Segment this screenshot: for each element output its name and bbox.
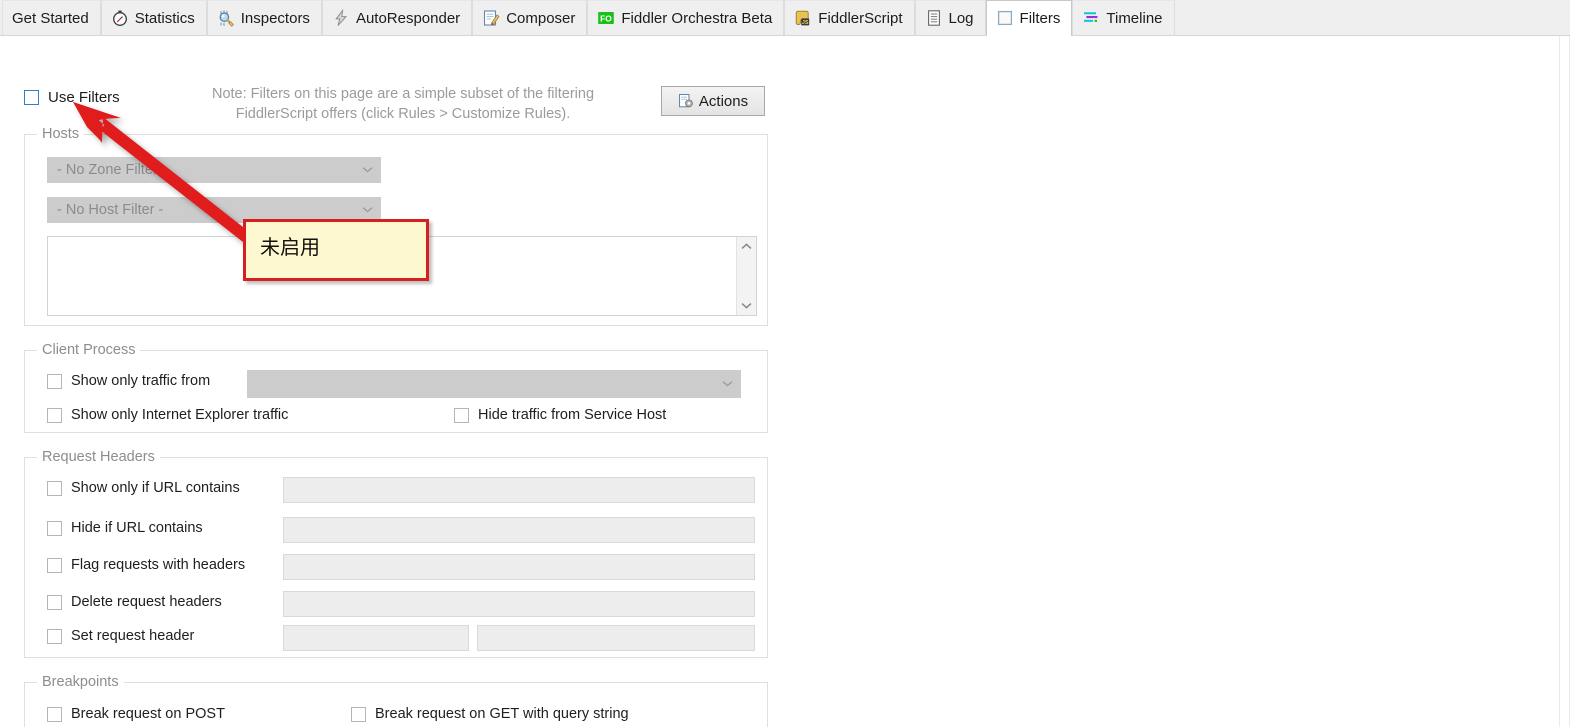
set-request-header-value-input[interactable] (477, 625, 755, 651)
chevron-down-icon (721, 375, 734, 393)
break-request-on-get-query-row[interactable]: Break request on GET with query string (351, 706, 629, 722)
show-only-ie-traffic-checkbox[interactable] (47, 407, 62, 423)
show-only-if-url-contains-input[interactable] (283, 477, 755, 503)
set-request-header-row[interactable]: Set request header (47, 628, 194, 644)
actions-label: Actions (698, 92, 749, 110)
show-only-if-url-contains-row[interactable]: Show only if URL contains (47, 480, 240, 496)
hide-if-url-contains-checkbox[interactable] (47, 520, 62, 536)
breakpoints-group: Breakpoints Break request on POST Break … (24, 674, 768, 727)
magnifier-icon (217, 9, 235, 27)
tab-statistics[interactable]: Statistics (100, 0, 207, 35)
tab-filters[interactable]: Filters (985, 0, 1073, 36)
flag-requests-with-headers-checkbox[interactable] (47, 557, 62, 573)
stopwatch-icon (111, 9, 129, 27)
hide-if-url-contains-input[interactable] (283, 517, 755, 543)
tab-autoresponder[interactable]: AutoResponder (321, 0, 473, 35)
host-filter-value: - No Host Filter - (57, 202, 164, 218)
scroll-up-icon[interactable] (740, 242, 753, 251)
timeline-bars-icon (1082, 9, 1100, 27)
tab-composer[interactable]: Composer (472, 0, 588, 35)
set-request-header-checkbox[interactable] (47, 628, 62, 644)
request-headers-group-title: Request Headers (37, 449, 160, 465)
delete-request-headers-label: Delete request headers (71, 594, 222, 610)
hide-if-url-contains-row[interactable]: Hide if URL contains (47, 520, 203, 536)
delete-request-headers-input[interactable] (283, 591, 755, 617)
break-request-on-post-checkbox[interactable] (47, 706, 62, 722)
break-request-on-post-row[interactable]: Break request on POST (47, 706, 225, 722)
use-filters-label: Use Filters (48, 89, 120, 106)
client-process-group-title: Client Process (37, 342, 141, 358)
tab-label: Timeline (1106, 9, 1163, 27)
set-request-header-name-input[interactable] (283, 625, 469, 651)
filters-note-line2: FiddlerScript offers (click Rules > Cust… (235, 106, 571, 122)
client-process-select[interactable] (247, 370, 741, 398)
flag-requests-with-headers-label: Flag requests with headers (71, 557, 246, 573)
chevron-down-icon (361, 162, 374, 178)
hide-service-host-traffic-checkbox[interactable] (454, 407, 469, 423)
tab-label: Composer (506, 9, 576, 27)
break-request-on-post-label: Break request on POST (71, 706, 225, 722)
fiddler-window: Get Started Statistics Inspectors AutoRe… (0, 0, 1570, 727)
tab-label: Fiddler Orchestra Beta (621, 9, 773, 27)
document-lines-icon (925, 9, 943, 27)
breakpoints-group-title: Breakpoints (37, 674, 124, 690)
js-scroll-icon: JS (794, 9, 812, 27)
svg-text:JS: JS (802, 20, 809, 26)
use-filters-row[interactable]: Use Filters (24, 89, 120, 106)
show-only-traffic-from-label: Show only traffic from (71, 373, 211, 389)
host-list-scrollbar[interactable] (736, 237, 756, 315)
empty-checkbox-icon (996, 9, 1014, 27)
hosts-group-title: Hosts (37, 126, 85, 142)
annotation-box: 未启用 (243, 219, 429, 281)
tab-fiddlerscript[interactable]: JS FiddlerScript (784, 0, 915, 35)
show-only-ie-traffic-label: Show only Internet Explorer traffic (71, 407, 289, 423)
request-headers-group: Request Headers Show only if URL contain… (24, 449, 768, 658)
notepad-pencil-icon (482, 9, 500, 27)
tab-timeline[interactable]: Timeline (1072, 0, 1175, 35)
zone-filter-value: - No Zone Filter - (57, 162, 167, 178)
set-request-header-label: Set request header (71, 628, 195, 644)
tab-get-started[interactable]: Get Started (2, 0, 101, 35)
page-scroll-rail[interactable] (1559, 36, 1569, 727)
tab-label: Filters (1019, 9, 1061, 27)
hide-service-host-traffic-row[interactable]: Hide traffic from Service Host (454, 407, 666, 423)
show-only-if-url-contains-label: Show only if URL contains (71, 480, 240, 496)
actions-button[interactable]: Actions (661, 86, 765, 116)
tab-fiddler-orchestra-beta[interactable]: FO Fiddler Orchestra Beta (587, 0, 785, 35)
show-only-if-url-contains-checkbox[interactable] (47, 480, 62, 496)
chevron-down-icon (361, 202, 374, 218)
annotation-text: 未启用 (260, 235, 320, 259)
hide-if-url-contains-label: Hide if URL contains (71, 520, 203, 536)
filters-page: Use Filters Note: Filters on this page a… (0, 36, 1570, 727)
hide-service-host-traffic-label: Hide traffic from Service Host (478, 407, 667, 423)
show-only-traffic-from-row[interactable]: Show only traffic from (47, 373, 210, 389)
tab-label: Statistics (134, 9, 195, 27)
actions-icon (678, 93, 695, 110)
tab-log[interactable]: Log (914, 0, 986, 35)
filters-note: Note: Filters on this page are a simple … (168, 84, 638, 124)
delete-request-headers-checkbox[interactable] (47, 594, 62, 610)
use-filters-checkbox[interactable] (24, 90, 39, 105)
delete-request-headers-row[interactable]: Delete request headers (47, 594, 222, 610)
show-only-traffic-from-checkbox[interactable] (47, 373, 62, 389)
lightning-icon (332, 9, 350, 27)
tab-label: AutoResponder (355, 9, 461, 27)
client-process-group: Client Process Show only traffic from Sh… (24, 342, 768, 433)
tab-label: FiddlerScript (818, 9, 903, 27)
tab-label: Log (948, 9, 974, 27)
fo-badge-icon: FO (597, 9, 615, 27)
show-only-ie-traffic-row[interactable]: Show only Internet Explorer traffic (47, 407, 288, 423)
tab-label: Inspectors (240, 9, 310, 27)
flag-requests-with-headers-input[interactable] (283, 554, 755, 580)
flag-requests-with-headers-row[interactable]: Flag requests with headers (47, 557, 245, 573)
break-request-on-get-query-checkbox[interactable] (351, 706, 366, 722)
scroll-down-icon[interactable] (740, 301, 753, 310)
tab-label: Get Started (12, 9, 89, 27)
main-tab-bar: Get Started Statistics Inspectors AutoRe… (0, 0, 1570, 36)
zone-filter-select[interactable]: - No Zone Filter - (47, 157, 381, 183)
svg-text:FO: FO (600, 13, 612, 23)
tab-inspectors[interactable]: Inspectors (206, 0, 322, 35)
filters-note-line1: Note: Filters on this page are a simple … (211, 86, 595, 102)
break-request-on-get-query-label: Break request on GET with query string (375, 706, 629, 722)
